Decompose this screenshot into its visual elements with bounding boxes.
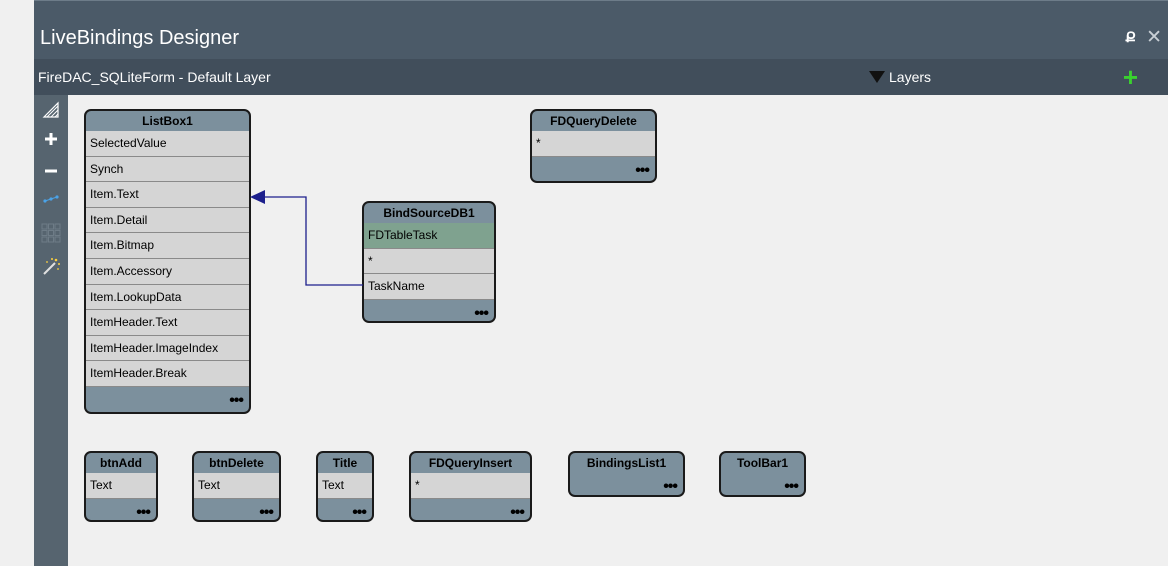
- node-title[interactable]: ToolBar1: [721, 453, 804, 473]
- node-footer: •••: [86, 499, 156, 520]
- member-row[interactable]: TaskName: [364, 274, 494, 300]
- node-title[interactable]: ListBox1: [86, 111, 249, 131]
- link-icon[interactable]: [39, 191, 63, 213]
- node-footer: •••: [86, 387, 249, 411]
- form-layer-caption: FireDAC_SQLiteForm - Default Layer: [38, 69, 271, 85]
- more-options-icon[interactable]: •••: [663, 479, 678, 495]
- magic-wand-icon[interactable]: [39, 257, 63, 279]
- node-footer: •••: [570, 473, 683, 495]
- node-footer: •••: [194, 499, 279, 520]
- node-footer: •••: [721, 473, 804, 495]
- zoom-in-icon[interactable]: [39, 131, 63, 153]
- member-row[interactable]: ItemHeader.Break: [86, 361, 249, 387]
- more-options-icon[interactable]: •••: [229, 392, 244, 409]
- layers-label: Layers: [889, 69, 932, 85]
- layer-bar: FireDAC_SQLiteForm - Default Layer Layer…: [34, 59, 1168, 95]
- more-options-icon[interactable]: •••: [635, 162, 650, 179]
- member-row[interactable]: Item.Bitmap: [86, 233, 249, 259]
- member-row[interactable]: *: [532, 131, 655, 157]
- member-row[interactable]: Text: [318, 473, 372, 499]
- triangle-down-icon: [869, 71, 885, 83]
- member-row-selected[interactable]: FDTableTask: [364, 223, 494, 249]
- member-row[interactable]: Item.Detail: [86, 207, 249, 234]
- add-layer-icon[interactable]: +: [1123, 62, 1138, 93]
- member-row[interactable]: *: [411, 473, 530, 499]
- node-footer: •••: [318, 499, 372, 520]
- designer-toolbar: [34, 95, 68, 566]
- node-title[interactable]: btnDelete: [194, 453, 279, 473]
- node-fdquerydelete[interactable]: FDQueryDelete * •••: [530, 109, 657, 183]
- node-btnadd[interactable]: btnAdd Text •••: [84, 451, 158, 522]
- more-options-icon[interactable]: •••: [474, 305, 489, 321]
- member-row[interactable]: Text: [86, 473, 156, 499]
- member-row[interactable]: ItemHeader.ImageIndex: [86, 335, 249, 362]
- node-title[interactable]: Title Text •••: [316, 451, 374, 522]
- member-row[interactable]: SelectedValue: [86, 131, 249, 157]
- node-btndelete[interactable]: btnDelete Text •••: [192, 451, 281, 522]
- more-options-icon[interactable]: •••: [136, 504, 151, 520]
- node-footer: •••: [411, 499, 530, 520]
- node-title[interactable]: BindSourceDB1: [364, 203, 494, 223]
- more-options-icon[interactable]: •••: [352, 504, 367, 520]
- more-options-icon[interactable]: •••: [510, 504, 525, 520]
- close-icon[interactable]: ✕: [1146, 26, 1162, 49]
- member-row[interactable]: Text: [194, 473, 279, 499]
- node-footer: •••: [532, 157, 655, 181]
- node-title[interactable]: FDQueryDelete: [532, 111, 655, 131]
- left-edge-strip: [0, 0, 34, 566]
- window-title: LiveBindings Designer: [40, 27, 240, 49]
- zoom-fit-icon[interactable]: [39, 101, 63, 123]
- grid-icon[interactable]: [39, 223, 63, 245]
- node-footer: •••: [364, 300, 494, 321]
- node-bindingslist1[interactable]: BindingsList1 •••: [568, 451, 685, 497]
- node-toolbar1[interactable]: ToolBar1 •••: [719, 451, 806, 497]
- member-row[interactable]: Item.Accessory: [86, 258, 249, 285]
- more-options-icon[interactable]: •••: [784, 479, 799, 495]
- more-options-icon[interactable]: •••: [259, 504, 274, 520]
- zoom-out-icon[interactable]: [39, 163, 63, 185]
- layers-dropdown[interactable]: Layers: [869, 69, 931, 85]
- node-title[interactable]: btnAdd: [86, 453, 156, 473]
- node-bindsourcedb1[interactable]: BindSourceDB1 FDTableTask * TaskName •••: [362, 201, 496, 323]
- member-row[interactable]: *: [364, 248, 494, 275]
- member-row[interactable]: Item.Text: [86, 182, 249, 208]
- node-title[interactable]: BindingsList1: [570, 453, 683, 473]
- node-listbox1[interactable]: ListBox1 SelectedValue Synch Item.Text I…: [84, 109, 251, 414]
- title-bar: LiveBindings Designer Ք ✕: [34, 0, 1168, 59]
- node-title[interactable]: FDQueryInsert: [411, 453, 530, 473]
- node-title[interactable]: Title: [318, 453, 372, 473]
- pin-icon[interactable]: Ք: [1125, 29, 1136, 46]
- member-row[interactable]: Synch: [86, 156, 249, 183]
- member-row[interactable]: Item.LookupData: [86, 284, 249, 311]
- member-row[interactable]: ItemHeader.Text: [86, 310, 249, 336]
- node-fdqueryinsert[interactable]: FDQueryInsert * •••: [409, 451, 532, 522]
